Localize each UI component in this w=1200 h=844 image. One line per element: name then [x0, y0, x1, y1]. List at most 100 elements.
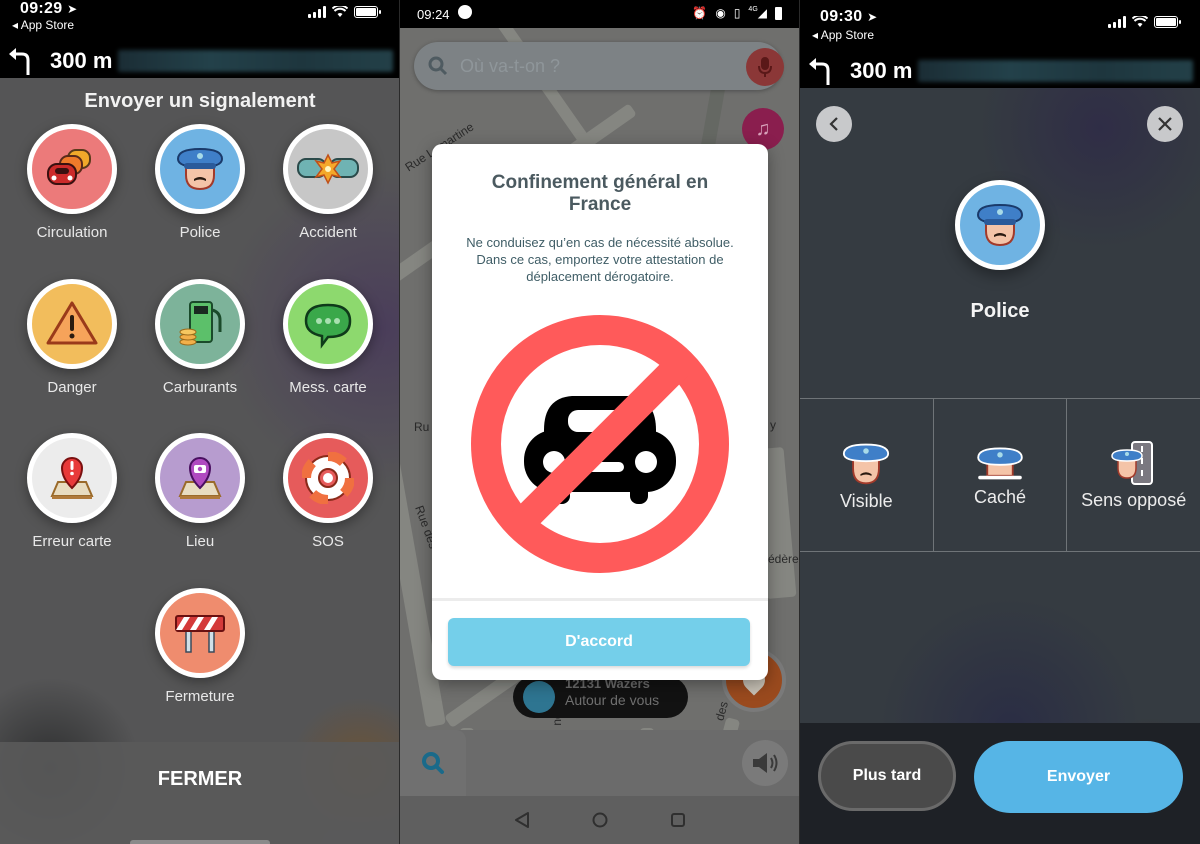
location-arrow-icon: ➤ — [867, 10, 878, 24]
alarm-icon: ⏰ — [692, 6, 708, 20]
report-item-label: Danger — [47, 379, 97, 396]
report-item-fuel[interactable]: Carburants — [135, 279, 265, 396]
status-bar: 09:24 ⏰ ◉ ▯ 4G◢ — [400, 0, 800, 28]
vibrate-icon: ▯ — [733, 6, 741, 20]
option-label: Sens opposé — [1081, 489, 1187, 510]
search-icon — [422, 752, 444, 774]
police-opposite-icon — [1110, 440, 1153, 485]
page-title: Envoyer un signalement — [84, 90, 316, 112]
search-icon — [428, 56, 448, 76]
home-indicator[interactable] — [130, 840, 270, 844]
police-subtype-options: Visible Caché Sens opposé — [800, 398, 1200, 552]
police-category-badge — [955, 180, 1045, 270]
accident-icon — [297, 153, 359, 185]
report-item-police[interactable]: Police — [135, 124, 265, 241]
cell-signal-icon: 4G◢ — [748, 6, 767, 20]
recents-icon[interactable] — [670, 812, 686, 828]
report-item-label: Erreur carte — [32, 533, 112, 550]
lockdown-dialog: Confinement général en France Ne conduis… — [432, 144, 768, 680]
turn-instruction-bar: 300 m — [800, 54, 1200, 88]
wazers-nearby-pill[interactable]: 12131 Wazers Autour de vous — [513, 676, 688, 718]
distance: 300 m — [850, 58, 913, 83]
home-icon[interactable] — [592, 812, 608, 828]
search-placeholder: Où va-t-on ? — [460, 56, 561, 76]
police-report-screen: 09:30 ➤ ◂ App Store 300 m Police Visible… — [800, 0, 1200, 844]
report-item-label: Mess. carte — [289, 379, 367, 396]
back-button[interactable] — [816, 106, 852, 142]
street-name-blurred — [918, 60, 1193, 82]
panel-divider — [799, 0, 800, 844]
battery-icon — [1154, 16, 1181, 28]
status-time: 09:30 ➤ — [820, 8, 878, 25]
police-hidden-icon — [977, 447, 1023, 479]
footer — [0, 742, 400, 844]
option-label: Visible — [839, 490, 893, 511]
report-item-map-error[interactable]: Erreur carte — [7, 433, 137, 550]
battery-icon — [775, 6, 782, 20]
map-error-icon — [50, 457, 94, 499]
no-cars-sign-icon — [471, 315, 729, 573]
close-button[interactable]: FERMER — [0, 768, 400, 791]
page-title: Police — [970, 300, 1030, 322]
dialog-message: Ne conduisez qu’en cas de nécessité abso… — [466, 235, 734, 284]
police-icon — [176, 147, 224, 191]
microphone-icon — [758, 57, 772, 77]
report-item-label: Police — [179, 224, 221, 241]
option-hidden[interactable]: Caché — [934, 399, 1068, 551]
option-visible[interactable]: Visible — [800, 399, 934, 551]
wifi-icon — [332, 6, 348, 17]
ok-button[interactable]: D'accord — [448, 618, 750, 666]
voice-search-button[interactable] — [746, 48, 784, 86]
distance: 300 m — [50, 48, 113, 73]
send-button[interactable]: Envoyer — [974, 741, 1183, 813]
later-button[interactable]: Plus tard — [818, 741, 956, 811]
panel-divider — [399, 0, 400, 844]
report-item-label: Fermeture — [165, 688, 235, 705]
report-item-label: Circulation — [36, 224, 108, 241]
turn-left-icon — [809, 58, 830, 85]
report-item-closure[interactable]: Fermeture — [135, 588, 265, 705]
signal-icon — [308, 6, 326, 18]
wazer-avatar-icon — [523, 681, 555, 713]
sound-button[interactable] — [742, 740, 788, 786]
report-item-circulation[interactable]: Circulation — [7, 124, 137, 241]
place-camera-icon — [178, 457, 222, 499]
back-to-app-store[interactable]: ◂ App Store — [812, 28, 874, 42]
back-to-app-store[interactable]: ◂ App Store — [12, 18, 74, 32]
status-time: 09:24 — [417, 7, 450, 22]
bottom-search-button[interactable] — [400, 730, 466, 796]
map-street-label: édère — [768, 552, 799, 566]
report-item-label: Carburants — [162, 379, 238, 396]
turn-instruction-bar: 300 m — [0, 44, 400, 78]
status-bar: 09:30 ➤ ◂ App Store — [800, 0, 1200, 44]
chat-notification-icon — [458, 5, 472, 19]
road-closure-icon — [175, 615, 225, 653]
report-item-place[interactable]: Lieu — [135, 433, 265, 550]
report-item-label: SOS — [312, 533, 344, 550]
chat-bubble-icon — [304, 303, 352, 349]
destination-search-input[interactable]: Où va-t-on ? — [414, 42, 782, 90]
dialog-title: Confinement général en France — [491, 172, 709, 215]
police-icon — [976, 203, 1024, 247]
close-button[interactable] — [1147, 106, 1183, 142]
back-icon[interactable] — [514, 812, 530, 828]
hotspot-icon: ◉ — [715, 6, 726, 20]
chevron-left-icon — [829, 117, 838, 131]
report-item-label: Lieu — [185, 533, 215, 550]
report-item-accident[interactable]: Accident — [263, 124, 393, 241]
battery-icon — [354, 6, 381, 18]
map-street-label: y — [770, 418, 776, 432]
option-opposite-direction[interactable]: Sens opposé — [1067, 399, 1200, 551]
music-note-icon: ♫ — [755, 117, 771, 140]
fuel-pump-icon — [179, 301, 222, 346]
report-item-sos[interactable]: SOS — [263, 433, 393, 550]
police-visible-icon — [843, 443, 890, 484]
option-label: Caché — [973, 486, 1027, 507]
report-item-label: Accident — [299, 224, 357, 241]
wazers-subtitle: Autour de vous — [565, 692, 660, 708]
report-item-danger[interactable]: Danger — [7, 279, 137, 396]
report-item-map-chat[interactable]: Mess. carte — [263, 279, 393, 396]
map-street-label: Ru — [414, 420, 430, 434]
traffic-jam-icon — [47, 149, 91, 185]
status-bar: 09:29 ➤ ◂ App Store — [0, 0, 400, 44]
